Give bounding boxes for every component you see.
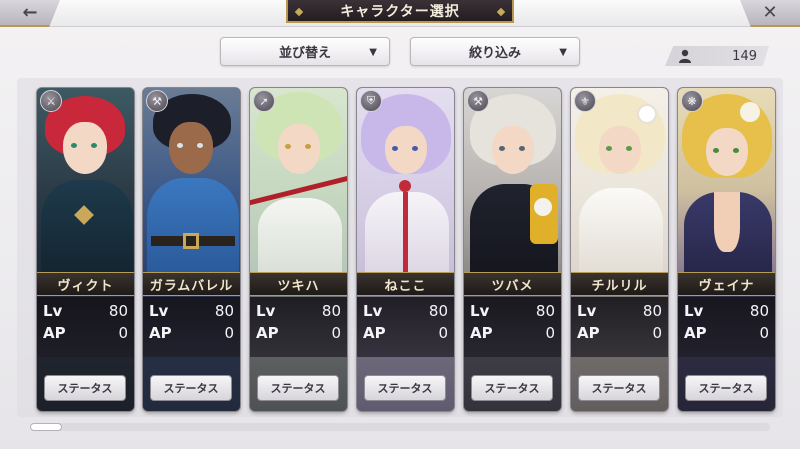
lv-label: Lv (149, 302, 169, 320)
axe-icon: ⚒ (146, 90, 168, 112)
character-count: 149 (732, 48, 757, 64)
close-icon: ✕ (762, 2, 778, 23)
character-card[interactable]: ⛨ ねここ Lv 80 AP 0 ステータス (357, 88, 454, 411)
lv-label: Lv (363, 302, 383, 320)
lv-value: 80 (428, 302, 448, 320)
user-icon (679, 49, 691, 63)
character-portrait (143, 88, 240, 275)
character-stats: Lv 80 AP 0 (357, 297, 454, 357)
lv-label: Lv (577, 302, 597, 320)
character-stats: Lv 80 AP 0 (571, 297, 668, 357)
character-stats: Lv 80 AP 0 (143, 297, 240, 357)
ap-value: 0 (224, 324, 234, 342)
ap-label: AP (363, 324, 386, 342)
status-button[interactable]: ステータス (471, 375, 553, 401)
character-stats: Lv 80 AP 0 (250, 297, 347, 357)
character-portrait (37, 88, 134, 275)
character-stats: Lv 80 AP 0 (678, 297, 775, 357)
character-name: ツキハ (250, 272, 347, 296)
lv-label: Lv (470, 302, 490, 320)
sword-icon: ⚔ (40, 90, 62, 112)
status-button[interactable]: ステータス (150, 375, 232, 401)
orb-icon: ❋ (681, 90, 703, 112)
lv-value: 80 (642, 302, 662, 320)
lv-value: 80 (749, 302, 769, 320)
lv-label: Lv (684, 302, 704, 320)
ap-label: AP (684, 324, 707, 342)
lv-value: 80 (214, 302, 234, 320)
lv-value: 80 (535, 302, 555, 320)
ap-label: AP (43, 324, 66, 342)
character-name: ねここ (357, 272, 454, 296)
character-name: ガラムバレル (143, 272, 240, 296)
character-portrait (357, 88, 454, 275)
ap-value: 0 (545, 324, 555, 342)
character-name: ヴィクト (37, 272, 134, 296)
ap-label: AP (256, 324, 279, 342)
ap-value: 0 (652, 324, 662, 342)
character-name: チルリル (571, 272, 668, 296)
horizontal-scrollbar[interactable] (30, 423, 770, 431)
chevron-down-icon: ▼ (559, 47, 567, 58)
spear-icon: ➚ (253, 90, 275, 112)
status-button[interactable]: ステータス (44, 375, 126, 401)
character-card[interactable]: ⚒ ツバメ Lv 80 AP 0 ステータス (464, 88, 561, 411)
character-portrait (571, 88, 668, 275)
character-stats: Lv 80 AP 0 (464, 297, 561, 357)
sort-dropdown[interactable]: 並び替え ▼ (220, 37, 390, 66)
character-count-box: 149 (665, 46, 769, 66)
staff-icon: ⚜ (574, 90, 596, 112)
lv-label: Lv (43, 302, 63, 320)
hammer-icon: ⚒ (467, 90, 489, 112)
character-portrait (250, 88, 347, 275)
sort-label: 並び替え (278, 46, 331, 61)
ap-value: 0 (118, 324, 128, 342)
status-button[interactable]: ステータス (578, 375, 660, 401)
ap-label: AP (577, 324, 600, 342)
character-portrait (678, 88, 775, 275)
ap-value: 0 (438, 324, 448, 342)
ap-label: AP (470, 324, 493, 342)
ap-value: 0 (759, 324, 769, 342)
filter-label: 絞り込み (468, 46, 521, 61)
character-portrait (464, 88, 561, 275)
status-button[interactable]: ステータス (685, 375, 767, 401)
lv-value: 80 (108, 302, 128, 320)
page-title: キャラクター選択 (286, 0, 514, 23)
ap-value: 0 (331, 324, 341, 342)
lv-value: 80 (321, 302, 341, 320)
filter-dropdown[interactable]: 絞り込み ▼ (410, 37, 580, 66)
chevron-down-icon: ▼ (369, 47, 377, 58)
scrollbar-thumb[interactable] (30, 423, 62, 431)
status-button[interactable]: ステータス (364, 375, 446, 401)
character-card[interactable]: ⚜ チルリル Lv 80 AP 0 ステータス (571, 88, 668, 411)
character-card[interactable]: ❋ ヴェイナ Lv 80 AP 0 ステータス (678, 88, 775, 411)
character-card[interactable]: ⚒ ガラムバレル Lv 80 AP 0 ステータス (143, 88, 240, 411)
arrow-left-icon: ← (22, 2, 38, 23)
character-stats: Lv 80 AP 0 (37, 297, 134, 357)
lv-label: Lv (256, 302, 276, 320)
character-name: ヴェイナ (678, 272, 775, 296)
character-name: ツバメ (464, 272, 561, 296)
character-card[interactable]: ⚔ ヴィクト Lv 80 AP 0 ステータス (37, 88, 134, 411)
character-card[interactable]: ➚ ツキハ Lv 80 AP 0 ステータス (250, 88, 347, 411)
status-button[interactable]: ステータス (257, 375, 339, 401)
shield-icon: ⛨ (360, 90, 382, 112)
ap-label: AP (149, 324, 172, 342)
